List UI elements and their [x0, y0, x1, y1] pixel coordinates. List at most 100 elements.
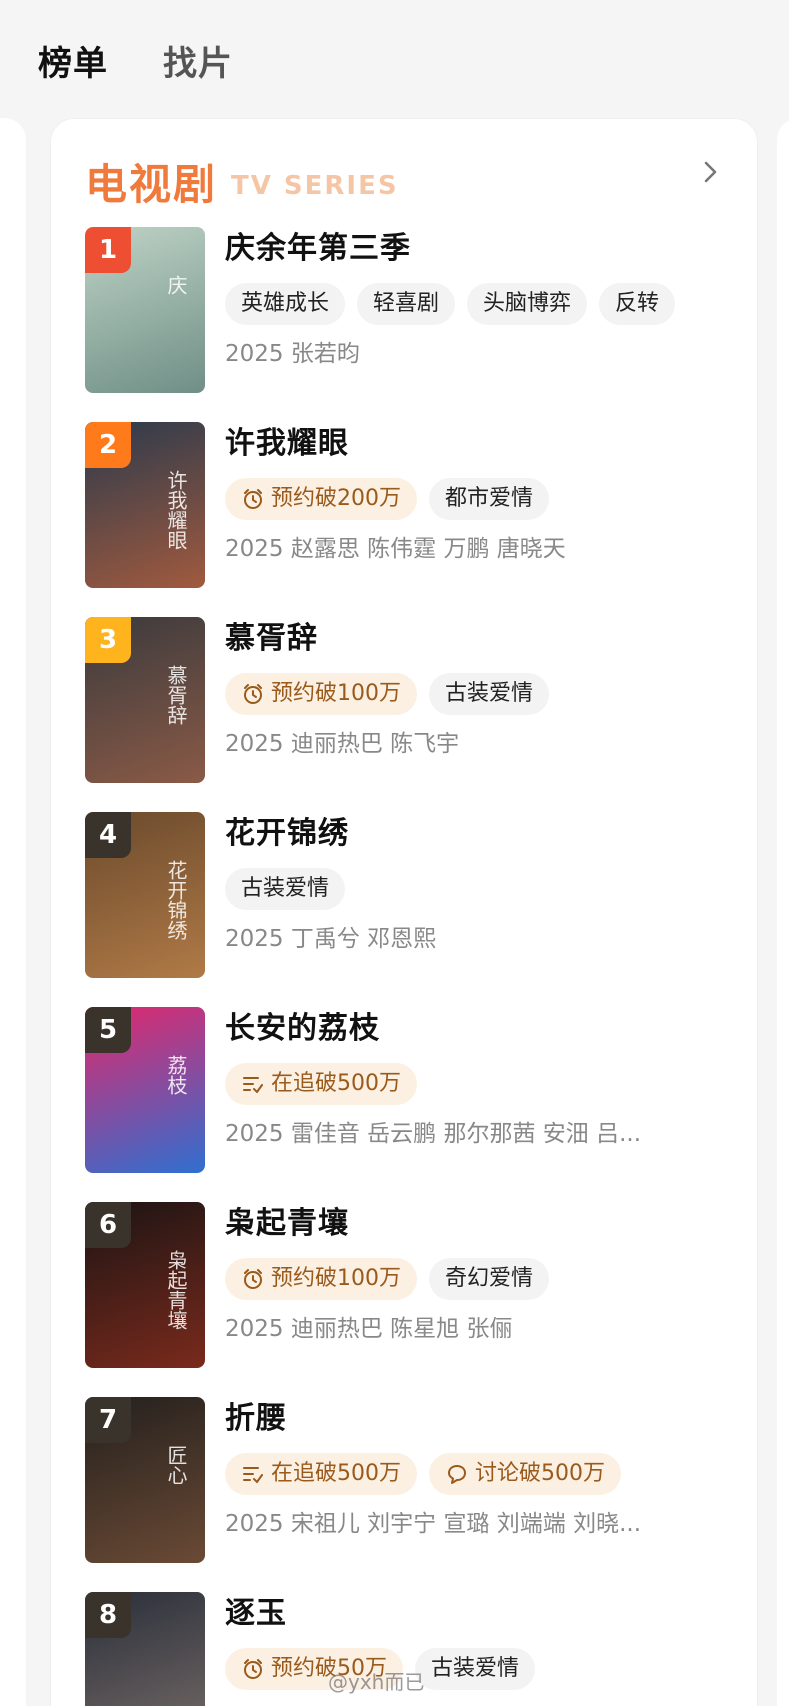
- rank-badge: 5: [85, 1007, 131, 1053]
- item-info: 庆余年第三季英雄成长 轻喜剧 头脑博弈 反转 2025 张若昀: [225, 227, 725, 371]
- ranking-list-item[interactable]: 慕胥辞 3 慕胥辞 预约破100万 古装爱情 2025 迪丽热巴 陈飞宇: [85, 617, 725, 812]
- next-card-edge[interactable]: [777, 118, 789, 1706]
- show-title[interactable]: 折腰: [225, 1397, 725, 1441]
- tag-row: 英雄成长 轻喜剧 头脑博弈 反转: [225, 283, 725, 325]
- poster-image[interactable]: 8: [85, 1592, 205, 1706]
- ranking-list-item[interactable]: 匠心 7 折腰在追破500万 讨论破500万 2025 宋祖儿 刘宇宁 宣璐 刘端端 刘…: [85, 1397, 725, 1592]
- tab-find-shows[interactable]: 找片: [163, 36, 233, 85]
- genre-tag[interactable]: 古装爱情: [225, 868, 346, 910]
- ranking-list: 庆 1 庆余年第三季 英雄成长 轻喜剧 头脑博弈 反转 2025 张若昀 许我耀眼 2 许我耀眼 预约…: [85, 227, 725, 1706]
- year-and-cast: 2025 迪丽热巴 陈星旭 张俪: [225, 1316, 513, 1342]
- show-title[interactable]: 逐玉: [225, 1592, 725, 1636]
- rank-badge: 2: [85, 422, 131, 468]
- show-title[interactable]: 枭起青壤: [225, 1202, 725, 1246]
- tag-label: 预约破200万: [271, 486, 401, 511]
- genre-tag[interactable]: 反转: [599, 283, 676, 325]
- year-and-cast: 2025 赵露思 陈伟霆 万鹏 唐晓天: [225, 536, 566, 562]
- tag-row: 在追破500万: [225, 1063, 725, 1105]
- tv-series-ranking-card: 电视剧 TV SERIES 庆 1 庆余年第三季英雄成长 轻喜剧 头脑博弈 反转 2025 …: [50, 118, 758, 1706]
- alarm-clock-icon: [244, 1269, 262, 1289]
- follow-list-icon: [243, 1077, 263, 1093]
- tag-label: 古装爱情: [445, 681, 534, 706]
- top-navigation: 榜单 找片: [0, 0, 789, 112]
- show-title[interactable]: 许我耀眼: [225, 422, 725, 466]
- rank-badge: 7: [85, 1397, 131, 1443]
- poster-image[interactable]: 花开锦绣 4: [85, 812, 205, 978]
- poster-image[interactable]: 慕胥辞 3: [85, 617, 205, 783]
- popularity-badge[interactable]: 预约破200万: [225, 478, 417, 520]
- poster-image[interactable]: 荔枝 5: [85, 1007, 205, 1173]
- item-info: 慕胥辞 预约破100万 古装爱情 2025 迪丽热巴 陈飞宇: [225, 617, 725, 761]
- tag-row: 古装爱情: [225, 868, 725, 910]
- alarm-clock-icon: [244, 684, 262, 704]
- tag-row: 预约破100万 奇幻爱情: [225, 1258, 725, 1300]
- popularity-badge[interactable]: 在追破500万: [225, 1063, 417, 1105]
- poster-art-text: 枭起青壤: [164, 1250, 188, 1330]
- popularity-badge[interactable]: 预约破100万: [225, 1258, 417, 1300]
- item-info: 折腰在追破500万 讨论破500万 2025 宋祖儿 刘宇宁 宣璐 刘端端 刘晓..…: [225, 1397, 725, 1541]
- genre-tag[interactable]: 轻喜剧: [357, 283, 456, 325]
- genre-tag[interactable]: 古装爱情: [415, 1648, 536, 1690]
- ranking-list-item[interactable]: 庆 1 庆余年第三季英雄成长 轻喜剧 头脑博弈 反转 2025 张若昀: [85, 227, 725, 422]
- ranking-list-item[interactable]: 枭起青壤 6 枭起青壤 预约破100万 奇幻爱情 2025 迪丽热巴 陈星旭 张俪: [85, 1202, 725, 1397]
- tag-label: 英雄成长: [241, 291, 330, 316]
- genre-tag[interactable]: 英雄成长: [225, 283, 346, 325]
- rank-badge: 4: [85, 812, 131, 858]
- poster-art-text: 花开锦绣: [164, 860, 188, 940]
- item-info: 许我耀眼预约破200万 都市爱情 2025 赵露思 陈伟霆 万鹏 唐晓天: [225, 422, 725, 566]
- item-info: 长安的荔枝 在追破500万 2025 雷佳音 岳云鹏 那尔那茜 安沺 吕...: [225, 1007, 725, 1151]
- tag-row: 预约破100万 古装爱情: [225, 673, 725, 715]
- tag-label: 古装爱情: [431, 1656, 520, 1681]
- genre-tag[interactable]: 古装爱情: [429, 673, 550, 715]
- tab-rankings[interactable]: 榜单: [38, 36, 108, 85]
- tag-label: 反转: [615, 291, 660, 316]
- alarm-clock-icon: [244, 1659, 262, 1679]
- rank-badge: 1: [85, 227, 131, 273]
- genre-tag[interactable]: 都市爱情: [429, 478, 550, 520]
- ranking-list-item[interactable]: 许我耀眼 2 许我耀眼 预约破200万 都市爱情 2025 赵露思 陈伟霆 万鹏 唐晓天: [85, 422, 725, 617]
- ranking-list-item[interactable]: 荔枝 5 长安的荔枝 在追破500万 2025 雷佳音 岳云鹏 那尔那茜 安沺 吕...: [85, 1007, 725, 1202]
- chevron-right-icon[interactable]: [695, 157, 725, 187]
- tag-label: 讨论破500万: [475, 1461, 605, 1486]
- card-header[interactable]: 电视剧 TV SERIES: [85, 151, 725, 211]
- popularity-badge[interactable]: 在追破500万: [225, 1453, 417, 1495]
- tag-row: 在追破500万 讨论破500万: [225, 1453, 725, 1495]
- popularity-badge[interactable]: 讨论破500万: [429, 1453, 621, 1495]
- tag-label: 在追破500万: [271, 1071, 401, 1096]
- tag-label: 预约破100万: [271, 1266, 401, 1291]
- tag-label: 轻喜剧: [373, 291, 440, 316]
- genre-tag[interactable]: 奇幻爱情: [429, 1258, 550, 1300]
- tag-label: 预约破100万: [271, 681, 401, 706]
- poster-art-text: 慕胥辞: [164, 665, 188, 725]
- tag-row: 预约破50万 古装爱情: [225, 1648, 725, 1690]
- rank-badge: 3: [85, 617, 131, 663]
- item-info: 枭起青壤预约破100万 奇幻爱情 2025 迪丽热巴 陈星旭 张俪: [225, 1202, 725, 1346]
- poster-image[interactable]: 枭起青壤 6: [85, 1202, 205, 1368]
- ranking-list-item[interactable]: 花开锦绣 4 花开锦绣 古装爱情 2025 丁禹兮 邓恩熙: [85, 812, 725, 1007]
- alarm-clock-icon: [244, 489, 262, 509]
- genre-tag[interactable]: 头脑博弈: [467, 283, 588, 325]
- show-title[interactable]: 庆余年第三季: [225, 227, 725, 271]
- show-title[interactable]: 慕胥辞: [225, 617, 725, 661]
- year-and-cast: 2025 宋祖儿 刘宇宁 宣璐 刘端端 刘晓...: [225, 1511, 642, 1537]
- watermark-text: @yxh而已: [328, 1670, 425, 1694]
- tag-row: 预约破200万 都市爱情: [225, 478, 725, 520]
- poster-art-text: 许我耀眼: [164, 470, 188, 550]
- poster-art-text: 荔枝: [164, 1055, 188, 1095]
- poster-image[interactable]: 庆1: [85, 227, 205, 393]
- year-and-cast: [225, 1702, 725, 1706]
- popularity-badge[interactable]: 预约破100万: [225, 673, 417, 715]
- tag-label: 奇幻爱情: [445, 1266, 534, 1291]
- show-title[interactable]: 花开锦绣: [225, 812, 725, 856]
- year-and-cast: 2025 张若昀: [225, 341, 360, 367]
- poster-image[interactable]: 匠心 7: [85, 1397, 205, 1563]
- tag-label: 都市爱情: [445, 486, 534, 511]
- tag-label: 头脑博弈: [483, 291, 572, 316]
- show-title[interactable]: 长安的荔枝: [225, 1007, 725, 1051]
- section-subtitle: TV SERIES: [231, 171, 399, 201]
- item-info: 花开锦绣 古装爱情 2025 丁禹兮 邓恩熙: [225, 812, 725, 956]
- poster-art-text: 匠心: [164, 1445, 188, 1485]
- previous-card-edge[interactable]: [0, 118, 26, 1706]
- item-info: 逐玉预约破50万 古装爱情: [225, 1592, 725, 1706]
- poster-image[interactable]: 许我耀眼 2: [85, 422, 205, 588]
